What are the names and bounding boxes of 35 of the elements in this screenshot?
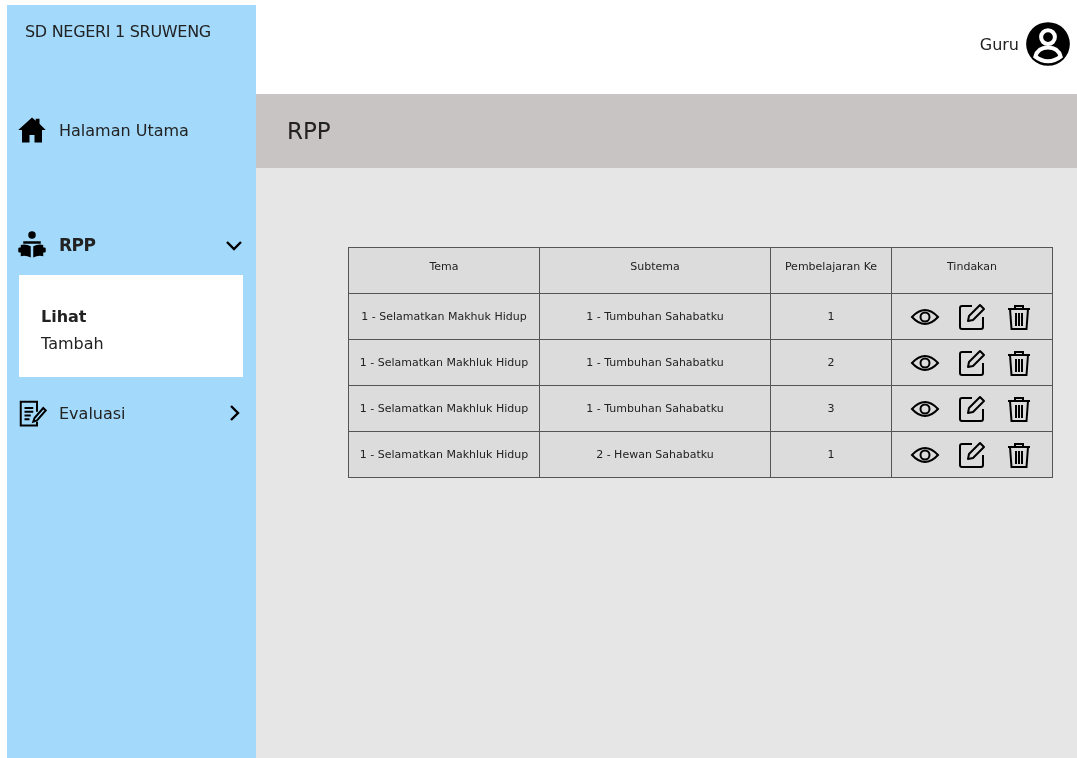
table-cell: 1	[770, 431, 892, 478]
table-cell: 2	[770, 339, 892, 386]
submenu-item[interactable]: Tambah	[41, 330, 243, 357]
edit-icon[interactable]	[957, 439, 987, 470]
table-cell: 1 - Tumbuhan Sahabatku	[539, 293, 771, 340]
nav-label: Halaman Utama	[59, 120, 190, 140]
nav-label: RPP	[59, 235, 97, 255]
table-cell: 2 - Hewan Sahabatku	[539, 431, 771, 478]
table-cell: 1 - Selamatkan Makhluk Hidup	[348, 339, 540, 386]
table-cell: 1 - Selamatkan Makhluk Hidup	[348, 431, 540, 478]
edit-icon[interactable]	[957, 393, 987, 424]
column-header: Pembelajaran Ke	[770, 247, 892, 294]
table-cell: 1	[770, 293, 892, 340]
edit-icon[interactable]	[957, 347, 987, 378]
table-cell: 1 - Tumbuhan Sahabatku	[539, 385, 771, 432]
column-header: Tema	[348, 247, 540, 294]
submenu-item[interactable]: Lihat	[41, 303, 243, 330]
nav-item[interactable]: Halaman Utama	[7, 110, 256, 150]
user-avatar-icon[interactable]	[1025, 21, 1071, 67]
page-title: RPP	[287, 118, 331, 144]
table-cell: 1 - Selamatkan Makhluk Hidup	[348, 385, 540, 432]
column-header: Subtema	[539, 247, 771, 294]
user-role: Guru	[979, 34, 1019, 54]
edit-icon[interactable]	[957, 301, 987, 332]
document-edit-icon	[17, 398, 47, 428]
reader-icon	[17, 230, 47, 260]
nav-item[interactable]: Evaluasi	[7, 393, 256, 433]
nav-label: Evaluasi	[59, 403, 127, 423]
table-cell: 3	[770, 385, 892, 432]
school-name: SD NEGERI 1 SRUWENG	[24, 21, 212, 43]
table-cell: 1 - Selamatkan Makhuk Hidup	[348, 293, 540, 340]
home-icon	[17, 115, 47, 145]
nav-item[interactable]: RPP	[7, 225, 256, 265]
column-header: Tindakan	[891, 247, 1053, 294]
table-cell: 1 - Tumbuhan Sahabatku	[539, 339, 771, 386]
